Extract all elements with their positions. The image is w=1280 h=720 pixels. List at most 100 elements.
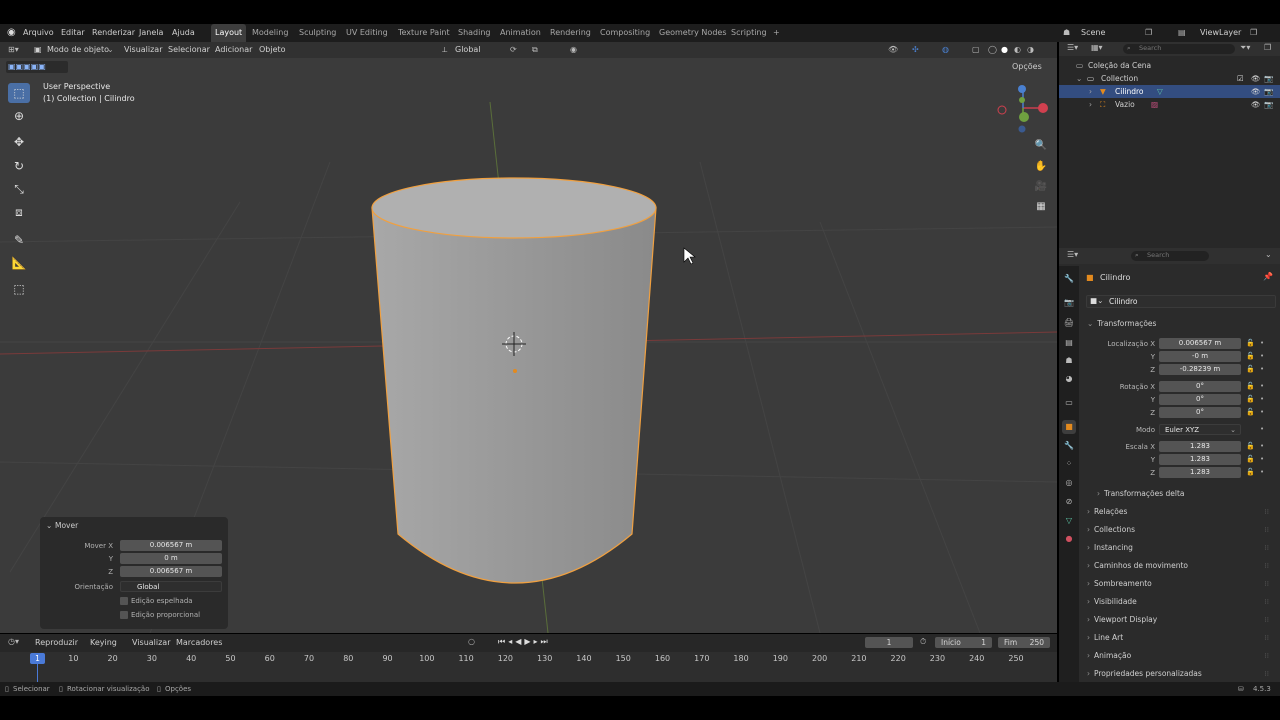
- transform-tool[interactable]: ⧈: [8, 202, 30, 222]
- section-animation[interactable]: › Animação ⁞⁞: [1087, 648, 1275, 664]
- lock-icon[interactable]: 🔓: [1246, 339, 1255, 347]
- tab-compositing[interactable]: Compositing: [600, 24, 650, 42]
- location-z-field[interactable]: -0.28239 m: [1159, 364, 1241, 375]
- keyframe-dot-icon[interactable]: •: [1260, 382, 1264, 390]
- xray-icon[interactable]: ▢: [972, 42, 980, 58]
- new-scene-icon[interactable]: ❐: [1145, 24, 1152, 42]
- outliner-editor-icon[interactable]: ☰▾: [1067, 43, 1078, 52]
- constraints-tab-icon[interactable]: ⊘: [1062, 495, 1076, 509]
- particles-tab-icon[interactable]: ⁘: [1062, 457, 1076, 471]
- filter-icon[interactable]: ⏷▾: [1240, 43, 1250, 53]
- tab-texture-paint[interactable]: Texture Paint: [398, 24, 450, 42]
- navigation-gizmo[interactable]: [997, 85, 1048, 133]
- viewlayer-name[interactable]: ViewLayer: [1200, 24, 1241, 42]
- tab-scripting[interactable]: Scripting: [731, 24, 767, 42]
- menu-adicionar[interactable]: Adicionar: [215, 42, 252, 58]
- measure-tool[interactable]: 📐: [8, 253, 30, 273]
- drag-handle-icon[interactable]: ⁞⁞: [1265, 540, 1269, 556]
- drag-handle-icon[interactable]: ⁞⁞: [1265, 522, 1269, 538]
- drag-handle-icon[interactable]: ⁞⁞: [1265, 666, 1269, 682]
- keyframe-dot-icon[interactable]: •: [1260, 339, 1264, 347]
- orientation-dropdown[interactable]: Global: [120, 581, 222, 592]
- tab-animation[interactable]: Animation: [500, 24, 541, 42]
- add-cube-tool[interactable]: ⬚: [8, 279, 30, 299]
- proportional-edit-icon[interactable]: ◉: [570, 42, 577, 58]
- new-viewlayer-icon[interactable]: ❐: [1250, 24, 1257, 42]
- scale-y-field[interactable]: 1.283: [1159, 454, 1241, 465]
- proportional-checkbox[interactable]: [120, 611, 128, 619]
- menu-selecionar[interactable]: Selecionar: [168, 42, 210, 58]
- cursor-tool[interactable]: ⊕: [8, 106, 30, 126]
- section-instancing[interactable]: › Instancing ⁞⁞: [1087, 540, 1275, 556]
- camera-icon[interactable]: 📷: [1264, 98, 1273, 111]
- move-x-field[interactable]: 0.006567 m: [120, 540, 222, 551]
- rotation-mode-dropdown[interactable]: Euler XYZ ⌄: [1159, 424, 1241, 435]
- material-shading-icon[interactable]: ◐: [1014, 42, 1021, 58]
- transform-panel-header[interactable]: ⌄ Transformações: [1087, 316, 1275, 332]
- hand-pan-icon[interactable]: ✋: [1032, 157, 1050, 175]
- blender-logo-icon[interactable]: ◉: [7, 24, 16, 42]
- expand-chevron-icon[interactable]: ›: [1089, 98, 1092, 111]
- menu-janela[interactable]: Janela: [139, 24, 163, 42]
- orientation-select[interactable]: Global: [455, 42, 481, 58]
- keyframe-dot-icon[interactable]: •: [1260, 442, 1264, 450]
- modifier-tab-icon[interactable]: 🔧: [1062, 439, 1076, 453]
- options-button[interactable]: Opções: [1012, 62, 1042, 71]
- select-box-tool[interactable]: ⬚: [8, 83, 30, 103]
- keyframe-dot-icon[interactable]: •: [1260, 365, 1264, 373]
- panel-chevron-icon[interactable]: ⌄: [46, 521, 52, 530]
- drag-handle-icon[interactable]: ⁞⁞: [1265, 504, 1269, 520]
- move-tool[interactable]: ✥: [8, 132, 30, 152]
- scale-x-field[interactable]: 1.283: [1159, 441, 1241, 452]
- keyframe-dot-icon[interactable]: •: [1260, 408, 1264, 416]
- location-x-field[interactable]: 0.006567 m: [1159, 338, 1241, 349]
- menu-ajuda[interactable]: Ajuda: [172, 24, 195, 42]
- camera-icon[interactable]: 📷: [1264, 72, 1273, 85]
- tab-modeling[interactable]: Modeling: [252, 24, 288, 42]
- tab-rendering[interactable]: Rendering: [550, 24, 591, 42]
- drag-handle-icon[interactable]: ⁞⁞: [1265, 558, 1269, 574]
- visibility-icon[interactable]: 👁: [888, 42, 898, 58]
- ortho-grid-icon[interactable]: ▦: [1032, 197, 1050, 215]
- lock-icon[interactable]: 🔓: [1246, 352, 1255, 360]
- cylinder-object[interactable]: [371, 177, 657, 584]
- lock-icon[interactable]: 🔓: [1246, 468, 1255, 476]
- rotation-x-field[interactable]: 0°: [1159, 381, 1241, 392]
- drag-handle-icon[interactable]: ⁞⁞: [1265, 576, 1269, 592]
- tool-tab-icon[interactable]: 🔧: [1062, 272, 1076, 286]
- scale-tool[interactable]: ⤡: [8, 179, 30, 199]
- rendered-shading-icon[interactable]: ◑: [1027, 42, 1034, 58]
- pivot-icon[interactable]: ⟳: [510, 42, 517, 58]
- delta-transform-header[interactable]: › Transformações delta: [1097, 486, 1267, 502]
- keyframe-dot-icon[interactable]: •: [1260, 425, 1264, 433]
- playhead[interactable]: 1: [30, 653, 45, 664]
- object-tab-icon[interactable]: ■: [1062, 420, 1076, 434]
- section-viewport-display[interactable]: › Viewport Display ⁞⁞: [1087, 612, 1275, 628]
- lock-icon[interactable]: 🔓: [1246, 365, 1255, 373]
- outliner-item-collection[interactable]: ⌄ ▭ Collection ☑ 👁 📷: [1059, 72, 1280, 85]
- section-visibility[interactable]: › Visibilidade ⁞⁞: [1087, 594, 1275, 610]
- section-line-art[interactable]: › Line Art ⁞⁞: [1087, 630, 1275, 646]
- overlay-toggle-icon[interactable]: ◍: [942, 42, 949, 58]
- lock-icon[interactable]: 🔓: [1246, 408, 1255, 416]
- lock-icon[interactable]: 🔓: [1246, 442, 1255, 450]
- view-layer-tab-icon[interactable]: ▤: [1062, 336, 1076, 350]
- world-tab-icon[interactable]: ◕: [1062, 372, 1076, 386]
- scene-tab-icon[interactable]: ☗: [1062, 354, 1076, 368]
- lock-icon[interactable]: 🔓: [1246, 395, 1255, 403]
- scene-name[interactable]: Scene: [1081, 24, 1105, 42]
- camera-view-icon[interactable]: 🎥: [1032, 177, 1050, 195]
- outliner-search-input[interactable]: ⌕ Search: [1123, 44, 1235, 54]
- render-tab-icon[interactable]: 📷: [1062, 296, 1076, 310]
- wireframe-shading-icon[interactable]: ◯: [988, 42, 997, 58]
- snap-icon[interactable]: ⧉: [532, 42, 538, 58]
- move-z-field[interactable]: 0.006567 m: [120, 566, 222, 577]
- section-relations[interactable]: › Relações ⁞⁞: [1087, 504, 1275, 520]
- outliner-scene-collection[interactable]: ▭ Coleção da Cena: [1059, 59, 1280, 72]
- gizmo-toggle-icon[interactable]: ✣: [912, 42, 919, 58]
- menu-objeto[interactable]: Objeto: [259, 42, 286, 58]
- rotate-tool[interactable]: ↻: [8, 156, 30, 176]
- physics-tab-icon[interactable]: ◎: [1062, 476, 1076, 490]
- mode-select[interactable]: Modo de objeto: [47, 42, 109, 58]
- tab-sculpting[interactable]: Sculpting: [299, 24, 336, 42]
